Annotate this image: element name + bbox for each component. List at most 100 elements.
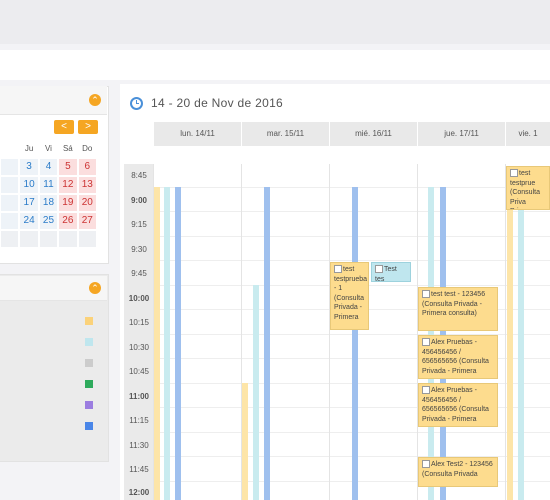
day-cell[interactable] xyxy=(0,230,20,248)
event-checkbox[interactable] xyxy=(422,338,430,347)
day-cell[interactable]: 5 xyxy=(58,158,78,176)
day-cell[interactable] xyxy=(38,230,59,248)
appointment-event[interactable]: Alex Test2 - 123456 (Consulta Privada xyxy=(418,457,498,487)
time-label: 11:00 xyxy=(128,392,150,401)
appointment-event[interactable]: Alex Pruebas - 456456456 / 656565656 (Co… xyxy=(418,383,498,427)
time-label: 9:00 xyxy=(130,196,147,205)
event-text: Alex Pruebas - 456456456 / 656565656 (Co… xyxy=(422,339,489,375)
appointment-event[interactable]: test testprueba - 1 (Consulta Privada - … xyxy=(330,262,369,330)
calendar-title: 14 - 20 de Nov de 2016 xyxy=(130,92,283,114)
appointment-event[interactable]: Test tes xyxy=(371,262,411,282)
appointment-event[interactable]: Alex Pruebas - 456456456 / 656565656 (Co… xyxy=(418,335,498,379)
legend-color-swatch xyxy=(85,359,93,367)
day-cell[interactable]: 20 xyxy=(77,194,97,212)
day-cell[interactable]: 19 xyxy=(58,194,78,212)
day-cell[interactable]: 26 xyxy=(58,212,78,230)
day-cell[interactable]: 17 xyxy=(19,194,39,212)
event-checkbox[interactable] xyxy=(422,460,430,469)
appointment-event[interactable]: test testprue (Consulta Priva Primera co… xyxy=(506,166,550,210)
time-label: 10:00 xyxy=(128,294,150,303)
event-text: Alex Test2 - 123456 (Consulta Privada xyxy=(422,461,493,478)
availability-bar xyxy=(242,383,248,500)
day-separator xyxy=(417,164,418,500)
time-label: 12:00 xyxy=(128,488,150,497)
legend-color-swatch xyxy=(85,317,93,325)
availability-bar xyxy=(518,187,524,500)
clock-icon xyxy=(130,96,143,110)
legend-color-swatch xyxy=(85,422,93,430)
weekday-label: Sá xyxy=(58,140,78,158)
availability-bar xyxy=(175,187,181,500)
next-month-button[interactable]: > xyxy=(78,120,98,134)
time-label: 9:30 xyxy=(131,245,147,254)
collapse-mini-calendar-icon[interactable]: ⌃ xyxy=(89,94,101,106)
event-checkbox[interactable] xyxy=(334,265,342,274)
event-text: test test - 123456 (Consulta Privada - P… xyxy=(422,291,486,317)
week-row: 10 11 12 13 xyxy=(0,176,97,194)
day-cell[interactable]: 10 xyxy=(19,176,39,194)
day-header-fri[interactable]: vie. 1 xyxy=(505,122,550,146)
day-cell[interactable] xyxy=(0,212,20,230)
week-row: 17 18 19 20 xyxy=(0,194,97,212)
event-checkbox[interactable] xyxy=(375,265,383,274)
day-cell[interactable] xyxy=(0,176,20,194)
time-label: 11:15 xyxy=(129,416,149,425)
weekday-label: Ju xyxy=(19,140,39,158)
day-cell[interactable]: 24 xyxy=(19,212,39,230)
legend-color-swatch xyxy=(85,380,93,388)
legend-color-swatch xyxy=(85,401,93,409)
event-checkbox[interactable] xyxy=(422,386,430,395)
collapse-legend-icon[interactable]: ⌃ xyxy=(89,282,101,294)
weekday-label: Vi xyxy=(38,140,59,158)
day-cell[interactable] xyxy=(58,230,78,248)
weekday-label: Do xyxy=(77,140,97,158)
time-label: 10:15 xyxy=(128,318,150,327)
availability-bar xyxy=(507,187,513,500)
day-cell[interactable]: 25 xyxy=(38,212,59,230)
weekday-header-row: Ju Vi Sá Do xyxy=(0,140,97,158)
week-row xyxy=(0,230,97,248)
day-cell[interactable] xyxy=(19,230,39,248)
time-label: 8:45 xyxy=(131,171,147,180)
availability-bar xyxy=(264,187,270,500)
day-header-tue[interactable]: mar. 15/11 xyxy=(241,122,329,146)
availability-bar xyxy=(253,285,259,500)
day-cell[interactable]: 27 xyxy=(77,212,97,230)
day-cell[interactable]: 18 xyxy=(38,194,59,212)
availability-bar xyxy=(352,187,358,500)
availability-bar xyxy=(154,187,160,500)
time-label: 9:15 xyxy=(131,220,147,229)
event-checkbox[interactable] xyxy=(422,290,430,299)
day-separator xyxy=(329,164,330,500)
day-cell[interactable]: 12 xyxy=(58,176,78,194)
time-label: 10:45 xyxy=(128,367,150,376)
event-text: Alex Pruebas - 456456456 / 656565656 (Co… xyxy=(422,387,489,423)
prev-month-button[interactable]: < xyxy=(54,120,74,134)
day-cell[interactable] xyxy=(0,194,20,212)
sub-header-bar xyxy=(0,50,550,80)
day-cell[interactable] xyxy=(77,230,97,248)
time-label: 11:45 xyxy=(129,465,149,474)
day-cell[interactable]: 6 xyxy=(77,158,97,176)
day-cell[interactable] xyxy=(0,158,20,176)
legend-panel xyxy=(0,274,109,462)
time-label: 9:45 xyxy=(131,269,147,278)
day-header-wed[interactable]: mié. 16/11 xyxy=(329,122,417,146)
day-header-mon[interactable]: lun. 14/11 xyxy=(153,122,241,146)
legend-color-swatch xyxy=(85,338,93,346)
weekday-label xyxy=(0,140,20,158)
day-cell[interactable]: 4 xyxy=(38,158,59,176)
appointment-event[interactable]: test test - 123456 (Consulta Privada - P… xyxy=(418,287,498,331)
day-header-thu[interactable]: jue. 17/11 xyxy=(417,122,505,146)
week-row: 24 25 26 27 xyxy=(0,212,97,230)
availability-bar xyxy=(164,187,170,500)
top-header-bar xyxy=(0,0,550,44)
event-text: test testprueba - 1 (Consulta Privada - … xyxy=(334,266,368,321)
day-cell[interactable]: 11 xyxy=(38,176,59,194)
day-cell[interactable]: 3 xyxy=(19,158,39,176)
mini-calendar-grid: Ju Vi Sá Do 3 4 5 6 10 11 12 13 17 18 19… xyxy=(0,140,97,248)
day-cell[interactable]: 13 xyxy=(77,176,97,194)
day-separator xyxy=(505,164,506,500)
event-checkbox[interactable] xyxy=(510,169,518,178)
date-range-label: 14 - 20 de Nov de 2016 xyxy=(151,96,284,110)
